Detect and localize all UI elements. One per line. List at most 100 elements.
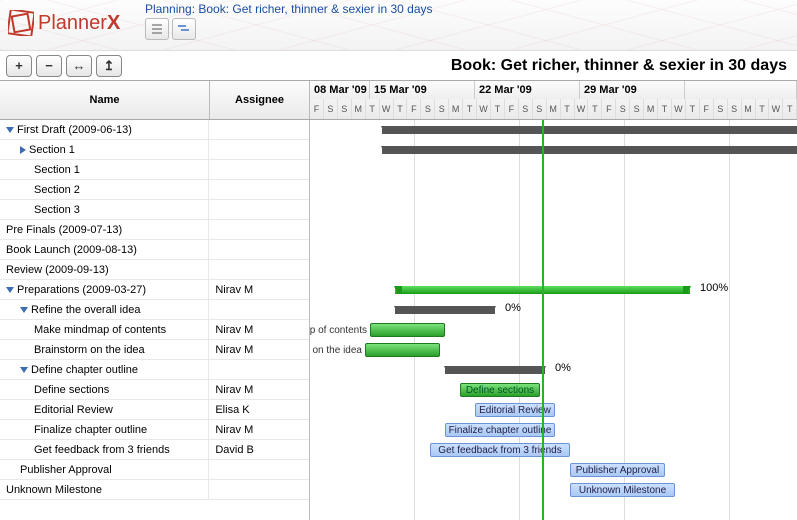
task-name: Editorial Review [34,404,113,416]
task-name: Section 2 [34,184,80,196]
task-row[interactable]: Get feedback from 3 friends David B [0,440,309,460]
col-name-header[interactable]: Name [0,81,210,119]
task-row[interactable]: Make mindmap of contents Nirav M [0,320,309,340]
day-header: T [394,99,408,119]
day-header: S [616,99,630,119]
task-assignee: David B [209,444,309,456]
bar-finalize[interactable]: Finalize chapter outline [445,423,555,437]
task-assignee: Nirav M [209,384,309,396]
task-name: Brainstorm on the idea [34,344,145,356]
day-header: T [756,99,770,119]
week-header[interactable]: 22 Mar '09 [475,81,580,99]
bar-brainstorm[interactable]: Brainstorm on the idea [365,343,440,357]
task-row[interactable]: Section 3 [0,200,309,220]
bar-unknown[interactable]: Unknown Milestone [570,483,675,497]
collapse-icon[interactable] [6,127,14,133]
logo-icon [8,10,34,36]
task-name: First Draft (2009-06-13) [17,124,132,136]
app-logo[interactable]: PlannerX [8,10,120,36]
task-row[interactable]: Section 1 [0,160,309,180]
day-header: M [449,99,463,119]
toolbar: + − ↔ ↥ Book: Get richer, thinner & sexi… [0,50,797,80]
summary-first-draft[interactable] [382,126,797,134]
week-header[interactable]: 15 Mar '09 [370,81,475,99]
day-header: W [380,99,394,119]
pct-label: 0% [505,302,521,314]
task-name: Finalize chapter outline [34,424,147,436]
task-name: Pre Finals (2009-07-13) [6,224,122,236]
expand-icon[interactable] [20,146,26,154]
task-assignee: Nirav M [209,284,309,296]
collapse-icon[interactable] [20,367,28,373]
task-row[interactable]: Refine the overall idea [0,300,309,320]
task-row[interactable]: Unknown Milestone [0,480,309,500]
zoom-out-button[interactable]: − [36,55,62,77]
task-row[interactable]: Finalize chapter outline Nirav M [0,420,309,440]
task-row[interactable]: Section 1 [0,140,309,160]
task-row[interactable]: Pre Finals (2009-07-13) [0,220,309,240]
day-header: S [435,99,449,119]
task-assignee: Elisa K [209,404,309,416]
task-row[interactable]: First Draft (2009-06-13) [0,120,309,140]
day-header: T [463,99,477,119]
gantt-view-icon[interactable] [172,18,196,40]
task-name: Refine the overall idea [31,304,140,316]
task-name: Review (2009-09-13) [6,264,109,276]
task-name: Section 3 [34,204,80,216]
collapse-button[interactable]: ↥ [96,55,122,77]
day-header: M [547,99,561,119]
task-row[interactable]: Define chapter outline [0,360,309,380]
task-row[interactable]: Editorial Review Elisa K [0,400,309,420]
summary-refine[interactable] [395,306,495,314]
task-row[interactable]: Define sectionsNirav M [0,380,309,400]
zoom-fit-button[interactable]: ↔ [66,55,92,77]
task-row[interactable]: Preparations (2009-03-27)Nirav M [0,280,309,300]
day-header: W [769,99,783,119]
day-header: M [742,99,756,119]
pct-label: 100% [700,282,728,294]
planning-title: Planning: Book: Get richer, thinner & se… [145,2,433,16]
task-name: Make mindmap of contents [34,324,166,336]
app-header: PlannerX Planning: Book: Get richer, thi… [0,0,797,50]
summary-outline[interactable] [445,366,545,374]
bar-publisher[interactable]: Publisher Approval [570,463,665,477]
gantt-area[interactable]: 0% 100% 0% Make mindmap of contents Brai… [310,120,797,520]
today-line [542,120,544,520]
day-header: F [505,99,519,119]
bar-mindmap[interactable]: Make mindmap of contents [370,323,445,337]
day-header: F [407,99,421,119]
day-header: T [588,99,602,119]
task-name: Unknown Milestone [6,484,102,496]
task-tree[interactable]: First Draft (2009-06-13) Section 1 Section… [0,120,310,520]
week-header[interactable]: 29 Mar '09 [580,81,685,99]
week-header[interactable]: 08 Mar '09 [310,81,370,99]
day-header: T [491,99,505,119]
bar-define-sections[interactable]: Define sections [460,383,540,397]
day-header: T [561,99,575,119]
day-header: W [575,99,589,119]
task-assignee: Nirav M [209,344,309,356]
task-name: Define chapter outline [31,364,138,376]
day-header: W [672,99,686,119]
day-header: S [714,99,728,119]
day-header: M [644,99,658,119]
task-row[interactable]: Publisher Approval [0,460,309,480]
bar-feedback[interactable]: Get feedback from 3 friends [430,443,570,457]
task-name: Section 1 [29,144,75,156]
task-row[interactable]: Brainstorm on the idea Nirav M [0,340,309,360]
collapse-icon[interactable] [20,307,28,313]
day-header: F [700,99,714,119]
task-row[interactable]: Book Launch (2009-08-13) [0,240,309,260]
task-name: Get feedback from 3 friends [34,444,170,456]
list-view-icon[interactable] [145,18,169,40]
col-assignee-header[interactable]: Assignee [210,81,310,119]
task-row[interactable]: Section 2 [0,180,309,200]
task-row[interactable]: Review (2009-09-13) [0,260,309,280]
collapse-icon[interactable] [6,287,14,293]
task-assignee: Nirav M [209,324,309,336]
task-assignee: Nirav M [209,424,309,436]
task-name: Publisher Approval [20,464,112,476]
summary-section1[interactable] [382,146,797,154]
header-view-icons [145,18,196,40]
zoom-in-button[interactable]: + [6,55,32,77]
